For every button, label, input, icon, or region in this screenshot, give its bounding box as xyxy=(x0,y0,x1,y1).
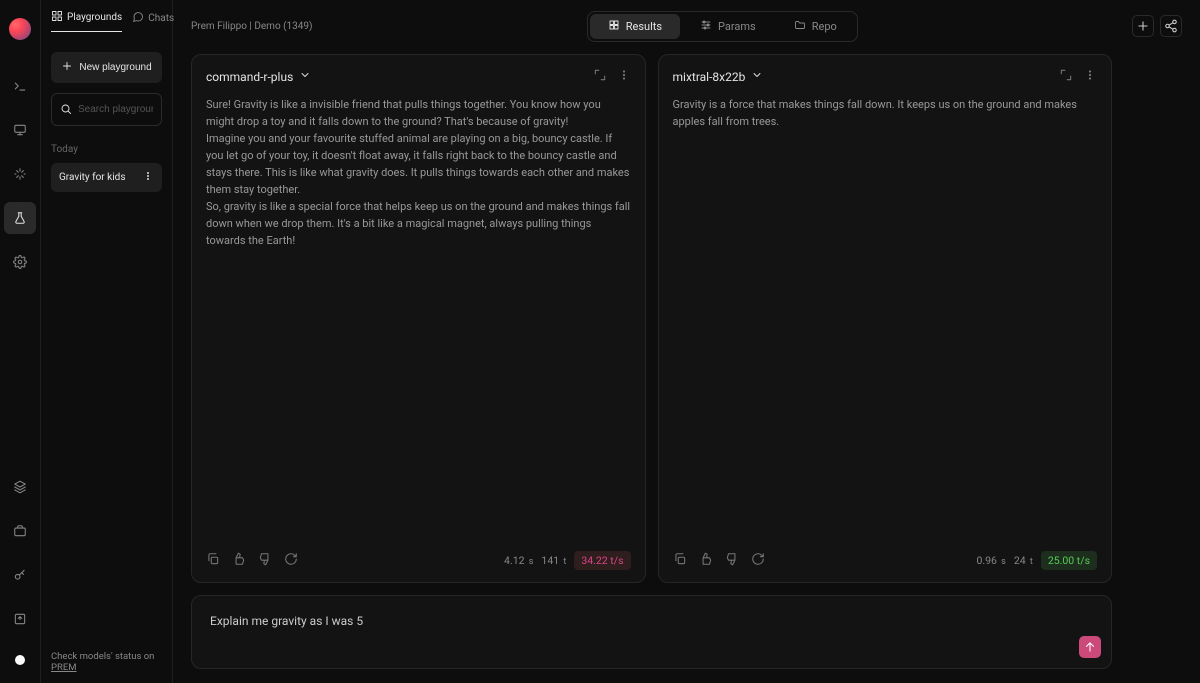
search-playground-input[interactable] xyxy=(51,93,162,126)
nav-monitor-icon[interactable] xyxy=(4,114,36,146)
prompt-input[interactable]: Explain me gravity as I was 5 xyxy=(191,595,1112,669)
seg-repo-label: Repo xyxy=(812,20,837,33)
results-icon xyxy=(608,19,620,34)
model-name: mixtral-8x22b xyxy=(673,70,746,84)
add-button[interactable] xyxy=(1132,15,1154,37)
seg-results-label: Results xyxy=(626,20,662,33)
result-card: mixtral-8x22b Gravity is a force that ma… xyxy=(658,54,1113,583)
send-button[interactable] xyxy=(1079,636,1101,658)
nav-lab-icon[interactable] xyxy=(4,202,36,234)
nav-spark-icon[interactable] xyxy=(4,158,36,190)
model-selector[interactable]: command-r-plus xyxy=(206,69,311,84)
nav-layers-icon[interactable] xyxy=(4,471,36,503)
nav-briefcase-icon[interactable] xyxy=(4,515,36,547)
rate-badge: 34.22 t/s xyxy=(574,551,630,570)
tab-playgrounds-label: Playgrounds xyxy=(67,12,122,23)
thumbs-up-icon[interactable] xyxy=(232,551,246,570)
seg-params[interactable]: Params xyxy=(682,14,774,39)
footer-link[interactable]: PREM xyxy=(51,662,77,673)
time-metric: 0.96 s xyxy=(976,554,1005,567)
prompt-text: Explain me gravity as I was 5 xyxy=(210,614,363,628)
model-selector[interactable]: mixtral-8x22b xyxy=(673,69,764,84)
share-button[interactable] xyxy=(1160,15,1182,37)
playground-item-gravity[interactable]: Gravity for kids xyxy=(51,163,162,192)
regenerate-icon[interactable] xyxy=(284,551,298,570)
app-logo[interactable] xyxy=(9,18,31,40)
copy-icon[interactable] xyxy=(206,551,220,570)
tokens-metric: 24 t xyxy=(1014,554,1033,567)
response-text: Gravity is a force that makes things fal… xyxy=(659,96,1112,541)
model-name: command-r-plus xyxy=(206,70,293,84)
expand-icon[interactable] xyxy=(1059,67,1073,86)
section-today-label: Today xyxy=(51,144,162,155)
nav-launch-icon[interactable] xyxy=(4,70,36,102)
thumbs-down-icon[interactable] xyxy=(258,551,272,570)
seg-params-label: Params xyxy=(718,20,756,33)
seg-results[interactable]: Results xyxy=(590,14,680,39)
expand-icon[interactable] xyxy=(593,67,607,86)
search-icon xyxy=(60,100,72,119)
tab-chats-label: Chats xyxy=(148,13,174,24)
nav-settings-icon[interactable] xyxy=(4,246,36,278)
thumbs-down-icon[interactable] xyxy=(725,551,739,570)
breadcrumb: Prem Filippo | Demo (1349) xyxy=(191,21,313,32)
view-mode-segmented: Results Params Repo xyxy=(587,11,858,42)
sidebar-footer: Check models' status on PREM xyxy=(51,651,162,673)
tab-chats[interactable]: Chats xyxy=(132,10,174,32)
regenerate-icon[interactable] xyxy=(751,551,765,570)
result-card: command-r-plus Sure! Gravity is like a i… xyxy=(191,54,646,583)
response-text: Sure! Gravity is like a invisible friend… xyxy=(192,96,645,541)
sliders-icon xyxy=(700,19,712,34)
tokens-metric: 141 t xyxy=(541,554,566,567)
chevron-down-icon xyxy=(751,69,763,84)
thumbs-up-icon[interactable] xyxy=(699,551,713,570)
time-metric: 4.12 s xyxy=(504,554,533,567)
folder-icon xyxy=(794,19,806,34)
chat-icon xyxy=(132,11,144,26)
chevron-down-icon xyxy=(299,69,311,84)
nav-export-icon[interactable] xyxy=(4,603,36,635)
grid-icon xyxy=(51,10,63,25)
new-playground-label: New playground xyxy=(79,62,151,73)
more-vertical-icon[interactable] xyxy=(142,170,154,185)
nav-key-icon[interactable] xyxy=(4,559,36,591)
copy-icon[interactable] xyxy=(673,551,687,570)
tab-playgrounds[interactable]: Playgrounds xyxy=(51,10,122,32)
status-indicator xyxy=(15,655,25,665)
new-playground-button[interactable]: New playground xyxy=(51,52,162,83)
seg-repo[interactable]: Repo xyxy=(776,14,855,39)
plus-icon xyxy=(61,60,73,75)
search-field[interactable] xyxy=(78,104,153,115)
more-vertical-icon[interactable] xyxy=(1083,67,1097,86)
rate-badge: 25.00 t/s xyxy=(1041,551,1097,570)
more-vertical-icon[interactable] xyxy=(617,67,631,86)
playground-item-label: Gravity for kids xyxy=(59,172,125,183)
